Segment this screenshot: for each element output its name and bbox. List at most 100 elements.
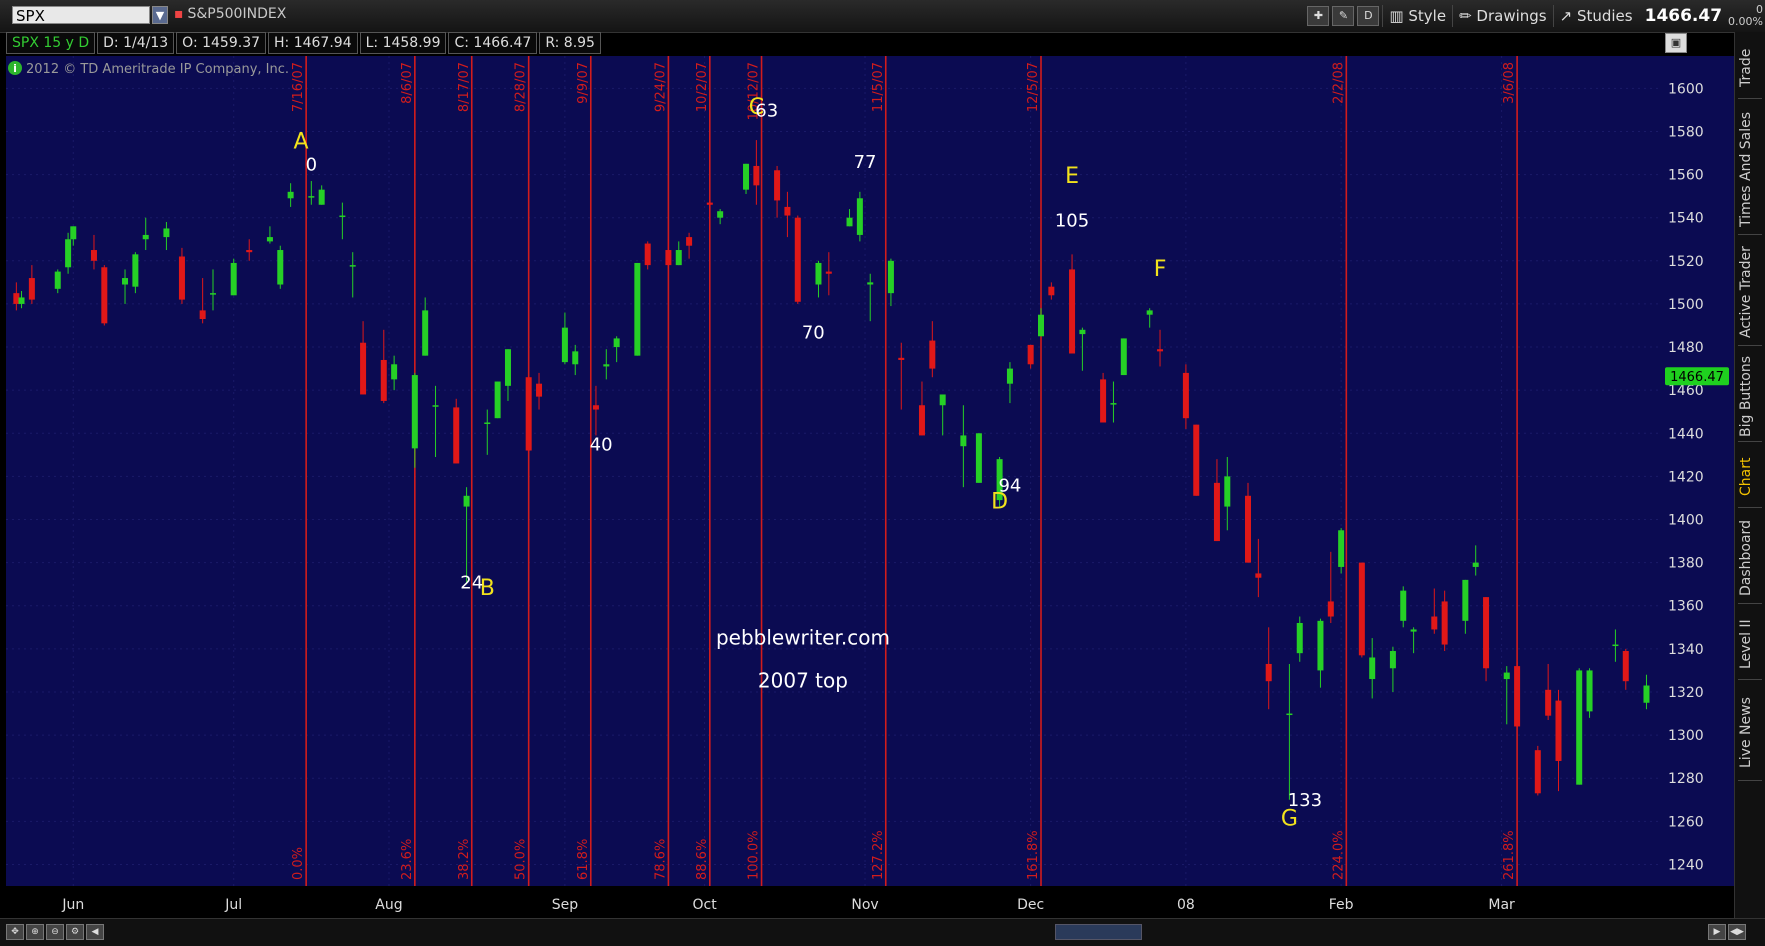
candle-body	[1472, 562, 1479, 567]
annotations: A B C D E F G 0 24 63 70 77 40 94 105 133 pebblewriter.c…	[293, 95, 1322, 831]
side-tab-chart[interactable]: Chart	[1738, 447, 1762, 508]
candle-body	[1069, 269, 1076, 354]
info-icon	[8, 61, 22, 75]
candle-body	[536, 383, 543, 397]
x-axis-ticks: Jun Jul Aug Sep Oct Nov Dec 08 Feb Mar	[61, 897, 1515, 913]
cycle-date-label: 10/2/07	[695, 62, 710, 112]
candle-body	[411, 375, 418, 449]
symbol-dropdown-icon[interactable]: ▼	[152, 6, 168, 24]
candle-body	[1182, 372, 1189, 419]
pan-icon[interactable]: ✥	[6, 924, 24, 940]
studies-button[interactable]: ↗ Studies	[1552, 5, 1639, 27]
grid-lines	[6, 56, 1662, 886]
cycle-date-label: 12/5/07	[1026, 62, 1041, 112]
side-tab-times-and-sales[interactable]: Times And Sales	[1738, 104, 1762, 235]
cycle-date-label: 10/12/07	[747, 62, 762, 120]
vertical-cycle-lines: 7/16/07 0.0% 8/6/07 23.6% 8/17/07 38.2% 8/28/0…	[291, 56, 1518, 886]
cycle-ratio-label: 88.6%	[695, 839, 710, 880]
candle-body	[178, 256, 185, 300]
candle-body	[463, 495, 470, 507]
scroll-right-icon[interactable]: ▶	[1708, 924, 1726, 940]
candle-body	[318, 189, 325, 205]
wrench-icon[interactable]: ✎	[1332, 6, 1355, 26]
candle-body	[929, 340, 936, 369]
y-tick-label: 1500	[1668, 297, 1704, 313]
side-tab-level-ii[interactable]: Level II	[1738, 609, 1762, 680]
candle-body	[360, 342, 367, 395]
scrollbar-thumb[interactable]	[1055, 924, 1142, 940]
info-icon-glyph: i	[13, 62, 17, 75]
settings-icon[interactable]: ⚙	[66, 924, 84, 940]
candle-body	[484, 422, 491, 424]
candle-body	[1038, 314, 1044, 337]
candle-body	[1514, 666, 1521, 727]
x-tick-label: Jul	[224, 897, 242, 913]
candle-body	[308, 196, 315, 198]
side-tab-big-buttons[interactable]: Big Buttons	[1738, 351, 1762, 442]
candle-body	[525, 377, 532, 451]
candle-body	[717, 211, 724, 218]
symbol-input[interactable]: SPX	[12, 6, 150, 25]
y-tick-label: 1560	[1668, 168, 1704, 184]
cycle-ratio-label: 61.8%	[576, 839, 591, 880]
candle-body	[1555, 700, 1562, 761]
candle-body	[846, 217, 853, 227]
candle-body	[1193, 424, 1200, 496]
candle-body	[1545, 689, 1552, 716]
expand-icon[interactable]: ◀▶	[1728, 924, 1746, 940]
zoom-out-icon[interactable]: ⊖	[46, 924, 64, 940]
x-tick-label: Jun	[61, 897, 84, 913]
info-range: R: 8.95	[539, 32, 601, 54]
d-button[interactable]: D	[1357, 6, 1380, 26]
side-tab-trade[interactable]: Trade	[1738, 38, 1762, 99]
style-button[interactable]: ▥ Style	[1382, 5, 1452, 27]
wave-letter: A	[293, 130, 308, 155]
cycle-ratio-label: 0.0%	[291, 847, 306, 880]
zoom-in-icon[interactable]: ⊕	[26, 924, 44, 940]
y-tick-label: 1520	[1668, 254, 1704, 270]
cycle-ratio-label: 100.0%	[747, 830, 762, 880]
info-close: C: 1466.47	[448, 32, 538, 54]
candle-body	[1400, 590, 1407, 621]
side-tab-dashboard[interactable]: Dashboard	[1738, 513, 1762, 604]
candle-body	[918, 405, 925, 436]
candle-body	[706, 202, 713, 205]
candle-body	[753, 165, 760, 186]
y-tick-label: 1340	[1668, 642, 1704, 658]
x-tick-label: Sep	[552, 897, 579, 913]
candle-body	[996, 459, 1003, 501]
candle-body	[339, 215, 346, 218]
wave-letter: D	[991, 490, 1008, 515]
side-tab-active-trader[interactable]: Active Trader	[1738, 240, 1762, 346]
candle-body	[1027, 344, 1034, 365]
drawings-button[interactable]: ✏ Drawings	[1452, 5, 1553, 27]
x-tick-label: Dec	[1017, 897, 1044, 913]
candle-body	[1534, 750, 1541, 794]
candle-body	[210, 293, 216, 295]
candle-body	[349, 265, 356, 267]
crosshair-icon[interactable]: ✚	[1307, 6, 1330, 26]
wave-letter: F	[1154, 257, 1167, 282]
scroll-left-icon[interactable]: ◀	[86, 924, 104, 940]
chart-note: pebblewriter.com	[716, 626, 890, 650]
candle-body	[65, 239, 72, 268]
candle-body	[142, 234, 149, 240]
side-tab-live-news[interactable]: Live News	[1738, 685, 1762, 781]
bottom-scrollbar: ✥ ⊕ ⊖ ⚙ ◀ ▶ ◀▶	[0, 918, 1765, 946]
symbol-description: ▪ S&P500INDEX	[174, 6, 287, 22]
cycle-date-label: 9/24/07	[653, 62, 668, 112]
candle-body	[1286, 713, 1293, 716]
info-symbol-period[interactable]: SPX 15 y D	[6, 32, 96, 54]
candle-body	[18, 297, 25, 304]
candle-body	[1462, 579, 1469, 621]
candle-body	[743, 163, 750, 190]
price-chart[interactable]: 7/16/07 0.0% 8/6/07 23.6% 8/17/07 38.2% 8/28/0…	[0, 0, 1765, 945]
chart-settings-icon[interactable]: ▣	[1665, 33, 1687, 53]
bar-count-label: 0	[306, 154, 317, 175]
candle-body	[1441, 601, 1448, 645]
candle-body	[1157, 349, 1164, 352]
cycle-date-label: 2/2/08	[1331, 62, 1346, 104]
candle-body	[1213, 482, 1220, 542]
cycle-date-label: 7/16/07	[291, 62, 306, 112]
candle-body	[432, 405, 439, 407]
